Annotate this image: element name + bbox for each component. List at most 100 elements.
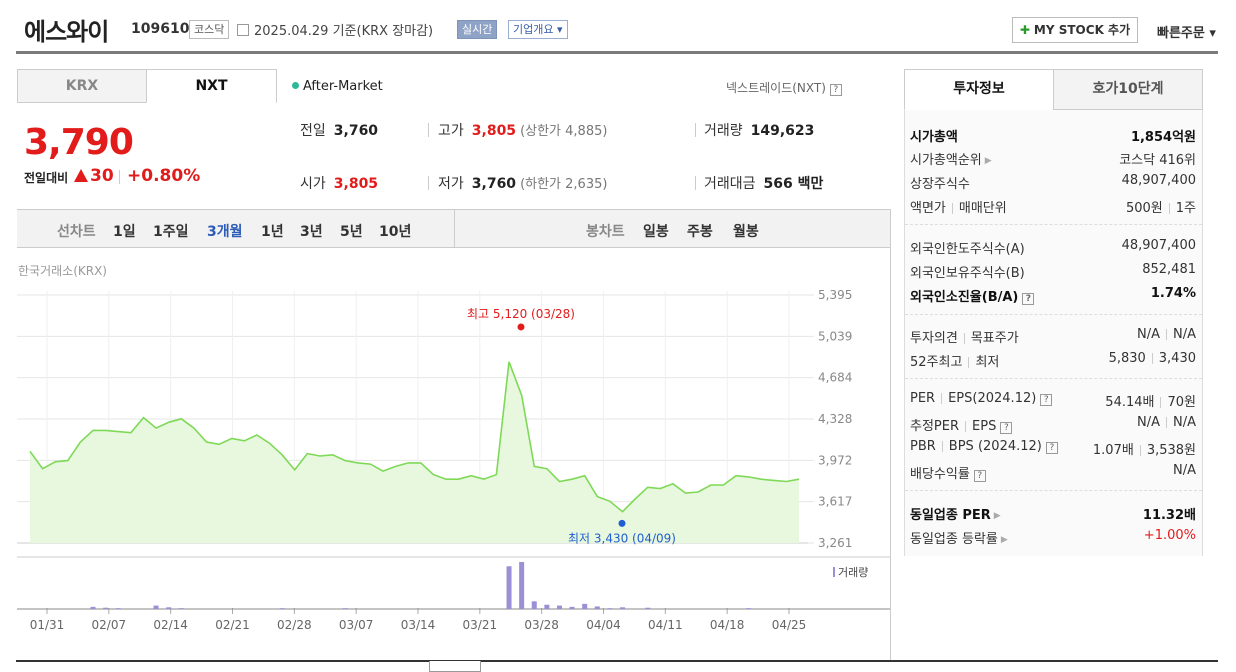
per-value: 54.14배 — [1105, 395, 1155, 410]
divider — [968, 357, 970, 368]
tab-krx[interactable]: KRX — [17, 69, 147, 103]
tab-order-book[interactable]: 호가10단계 — [1053, 69, 1203, 110]
volume-bar — [607, 608, 613, 609]
bps-label: BPS — [948, 439, 974, 454]
y-tick-label: 3,261 — [818, 536, 852, 550]
collapse-toggle[interactable] — [429, 661, 481, 672]
foreign-limit-row: 외국인한도주식수(A) 48,907,400 — [910, 238, 1196, 258]
pbr-bps-row: PBR BPS (2024.12)? 1.07배 3,538원 — [910, 439, 1196, 459]
company-overview-button[interactable]: 기업개요 ▾ — [508, 20, 568, 39]
period-1d[interactable]: 1일 — [113, 221, 136, 241]
shares-value: 48,907,400 — [1121, 173, 1196, 188]
volume-bar — [544, 604, 550, 609]
foreign-ratio-value: 1.74% — [1150, 286, 1196, 301]
help-icon[interactable]: ? — [1045, 442, 1058, 454]
sector-per-label-text: 동일업종 PER — [910, 508, 991, 523]
period-10y[interactable]: 10년 — [379, 221, 411, 241]
divider — [941, 441, 943, 452]
x-tick-label: 02/07 — [92, 618, 127, 632]
pbr-value: 1.07배 — [1092, 443, 1134, 458]
tab-invest-info[interactable]: 투자정보 — [904, 69, 1054, 110]
par-value: 500원 — [1125, 201, 1163, 216]
divider — [1139, 445, 1141, 456]
market-cap-rank-row[interactable]: 시가총액순위 ▶ 코스닥 416위 — [910, 149, 1196, 169]
par-unit-row: 액면가 매매단위 500원 1주 — [910, 197, 1196, 217]
lower-limit: (하한가 2,635) — [520, 177, 608, 192]
volume-bar — [103, 607, 109, 609]
volume-bar — [115, 608, 121, 609]
candle-monthly[interactable]: 월봉 — [733, 221, 759, 241]
current-price: 3,790 — [24, 122, 134, 163]
divider — [1166, 329, 1167, 340]
x-tick-label: 04/04 — [586, 618, 621, 632]
candle-daily[interactable]: 일봉 — [643, 221, 669, 241]
divider — [695, 176, 696, 190]
help-icon[interactable]: ? — [1000, 422, 1013, 434]
volume-bar — [746, 608, 752, 609]
period-3y[interactable]: 3년 — [300, 221, 323, 241]
pbr-bps-labels: PBR BPS (2024.12)? — [910, 439, 1058, 454]
price-chart[interactable]: 5,395 5,039 4,684 4,328 3,972 3,617 3,261 01/31… — [0, 278, 890, 653]
divider — [428, 176, 429, 190]
period-1y[interactable]: 1년 — [261, 221, 284, 241]
mystock-label: MY STOCK 추가 — [1033, 23, 1131, 37]
volume-bar — [279, 608, 285, 609]
help-icon[interactable]: ? — [973, 470, 986, 482]
pbr-label: PBR — [910, 439, 936, 454]
sector-per-value: 11.32배 — [1142, 508, 1196, 523]
foreign-ratio-label-text: 외국인소진율(B/A) — [910, 290, 1019, 305]
calendar-icon — [237, 24, 249, 36]
x-tick-label: 02/28 — [277, 618, 312, 632]
unit-value: 1주 — [1175, 201, 1196, 216]
x-tick-label: 03/21 — [463, 618, 498, 632]
eps-label: EPS — [948, 391, 973, 406]
par-unit-values: 500원 1주 — [1126, 197, 1196, 216]
candle-weekly[interactable]: 주봉 — [687, 221, 713, 241]
rank-label: 시가총액순위 ▶ — [910, 149, 992, 168]
divider — [1166, 417, 1167, 428]
nxt-exchange-label: 넥스트레이드(NXT)? — [726, 79, 842, 96]
prev-value: 3,760 — [333, 123, 379, 139]
help-icon[interactable]: ? — [1040, 394, 1053, 406]
foreign-limit-value: 48,907,400 — [1121, 238, 1196, 253]
unit-label: 매매단위 — [958, 201, 1007, 216]
x-tick-label: 03/28 — [524, 618, 559, 632]
divider — [951, 203, 953, 214]
high-price: 고가 3,805 (상한가 4,885) — [438, 120, 607, 140]
period-3m[interactable]: 3개월 — [207, 221, 243, 241]
add-my-stock-button[interactable]: ✚ MY STOCK 추가 — [1012, 17, 1138, 43]
target-value: N/A — [1173, 327, 1196, 342]
stock-code: 109610 — [131, 21, 190, 37]
w52-high-value: 5,830 — [1108, 351, 1146, 366]
w52-labels: 52주최고 최저 — [910, 351, 999, 370]
change-percent: +0.80% — [127, 166, 201, 186]
par-unit-labels: 액면가 매매단위 — [910, 197, 1007, 216]
sector-per-row[interactable]: 동일업종 PER ▶ 11.32배 — [910, 504, 1196, 524]
volume-bar — [582, 603, 588, 609]
plus-icon: ✚ — [1019, 23, 1030, 37]
realtime-button[interactable]: 실시간 — [457, 20, 498, 39]
y-tick-label: 5,395 — [818, 288, 852, 302]
volume-bar — [594, 606, 600, 609]
amount-label: 거래대금 — [704, 176, 756, 192]
sector-rate-label-text: 동일업종 등락률 — [910, 532, 998, 547]
bps-date: (2024.12) — [977, 439, 1042, 454]
section-divider — [905, 490, 1202, 491]
sector-rate-row[interactable]: 동일업종 등락률 ▶ +1.00% — [910, 528, 1196, 548]
change-label: 전일대비 — [24, 171, 69, 185]
par-label: 액면가 — [910, 201, 946, 216]
tab-nxt[interactable]: NXT — [146, 69, 277, 103]
volume-label: 거래량 — [704, 123, 743, 139]
est-per-labels: 추정PER EPS? — [910, 415, 1013, 434]
x-tick-label: 02/21 — [215, 618, 250, 632]
help-icon[interactable]: ? — [1022, 293, 1035, 305]
section-divider — [905, 224, 1202, 225]
period-1w[interactable]: 1주일 — [153, 221, 189, 241]
prev-close: 전일 3,760 — [300, 120, 378, 140]
after-market-status: After-Market — [292, 79, 383, 94]
period-5y[interactable]: 5년 — [340, 221, 363, 241]
rank-value: 코스닥 416위 — [1119, 153, 1196, 168]
quick-order-button[interactable]: 빠른주문 ▾ — [1157, 22, 1216, 41]
help-icon[interactable]: ? — [829, 84, 842, 96]
up-arrow-icon — [74, 169, 88, 182]
